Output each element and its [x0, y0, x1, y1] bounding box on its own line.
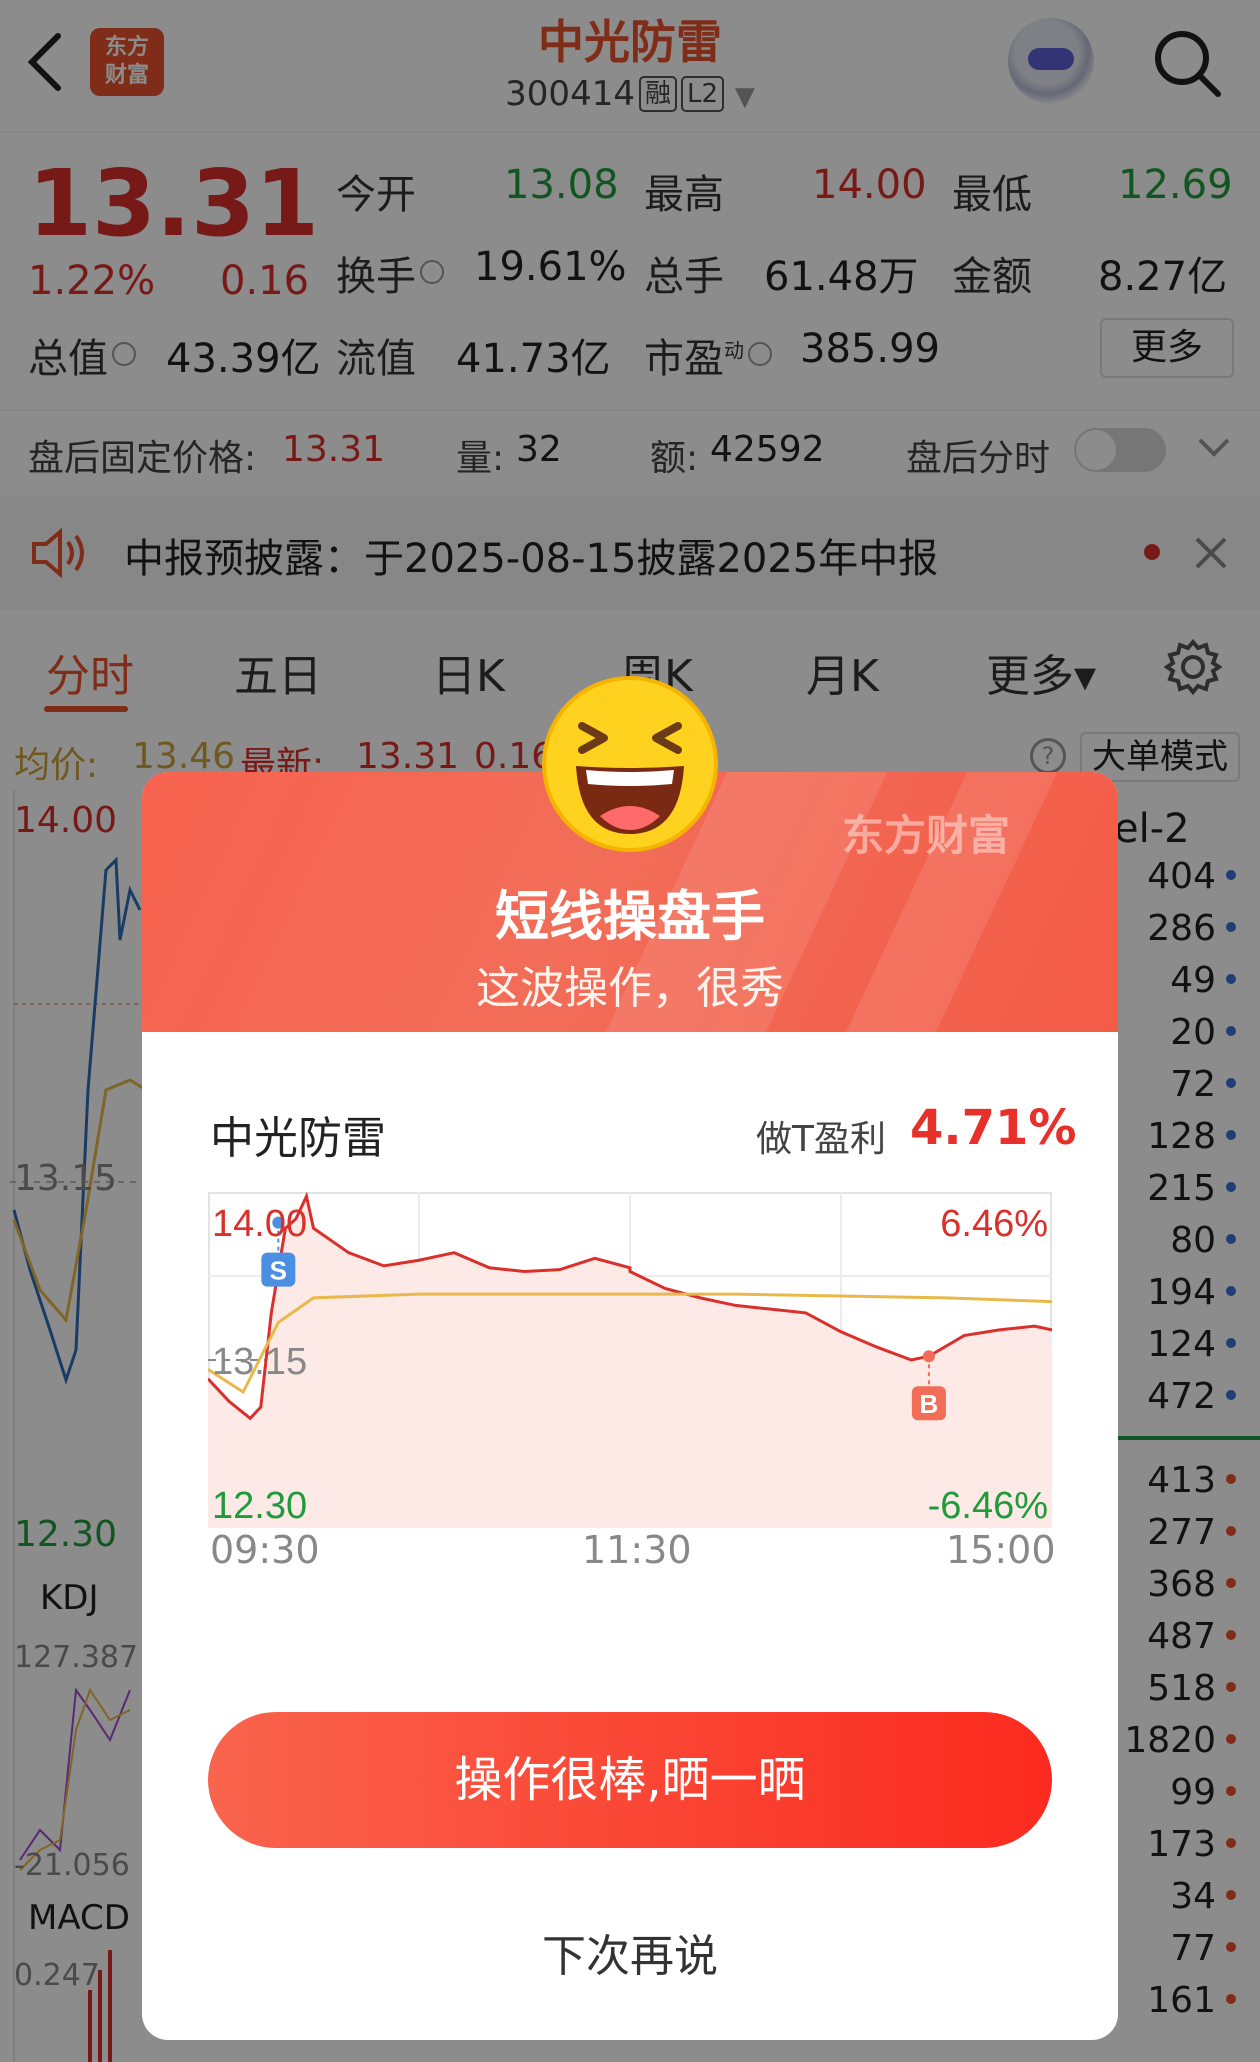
marker-point	[922, 1350, 935, 1363]
achievement-dialog: 东方财富 短线操盘手 这波操作，很秀 中光防雷 做T盈利 4.71% S B 14.…	[142, 772, 1118, 2040]
x-tick-label: 15:00	[946, 1528, 1056, 1572]
maybe-later-button[interactable]: 下次再说	[142, 1920, 1118, 1984]
stock-detail-screen: 东方 财富 中光防雷 300414 融 L2 ▼ 13.31 1.22% 0.16 今…	[0, 0, 1260, 2062]
y-tick-label: 12.30	[212, 1485, 307, 1527]
laughing-face-icon	[542, 676, 718, 852]
y-tick-label: 13.15	[212, 1341, 307, 1383]
dialog-stock-name: 中光防雷	[210, 1113, 386, 1164]
share-button[interactable]: 操作很棒,晒一晒	[208, 1712, 1052, 1848]
dialog-title: 短线操盘手	[495, 885, 765, 948]
y-tick-label: 14.00	[212, 1203, 307, 1245]
x-tick-label: 09:30	[210, 1528, 320, 1572]
trade-mini-chart: S B 14.00 13.15 12.30 6.46% -6.46%	[208, 1192, 1052, 1528]
profit-value: 4.71%	[910, 1100, 1077, 1156]
y-right-tick-label: -6.46%	[928, 1485, 1048, 1527]
y-right-tick-label: 6.46%	[940, 1203, 1048, 1245]
x-tick-label: 11:30	[582, 1528, 692, 1572]
brand-watermark: 东方财富	[842, 811, 1011, 860]
profit-label: 做T盈利	[756, 1119, 886, 1160]
marker-label: S	[270, 1256, 287, 1286]
marker-label: B	[920, 1389, 939, 1419]
dialog-subtitle: 这波操作，很秀	[476, 963, 784, 1014]
